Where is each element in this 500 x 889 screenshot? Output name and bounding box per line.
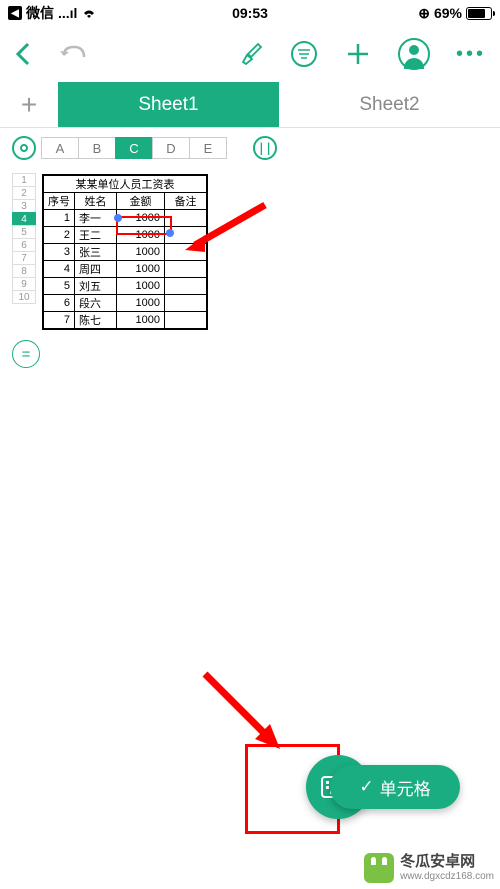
col-header-d[interactable]: D	[152, 137, 190, 159]
cell[interactable]: 1000	[117, 261, 165, 278]
watermark: 冬瓜安卓网 www.dgxcdz168.com	[364, 853, 494, 883]
sheet-tabs: + Sheet1 Sheet2	[0, 82, 500, 128]
add-sheet-button[interactable]: +	[0, 82, 58, 127]
toolbar: •••	[0, 26, 500, 82]
back-app-icon[interactable]: ◀	[8, 6, 22, 20]
cell[interactable]	[165, 227, 207, 244]
battery-pct: 69%	[434, 5, 462, 21]
cell[interactable]: 5	[44, 278, 75, 295]
cell[interactable]: 1000	[117, 278, 165, 295]
cell[interactable]: 3	[44, 244, 75, 261]
cell[interactable]: 2	[44, 227, 75, 244]
cell[interactable]: 周四	[75, 261, 117, 278]
sheet-tab-2[interactable]: Sheet2	[279, 82, 500, 127]
clock: 09:53	[232, 5, 268, 21]
row-numbers: 1 2 3 4 5 6 7 8 9 10	[12, 174, 36, 330]
col-header-b[interactable]: B	[78, 137, 116, 159]
cell[interactable]	[165, 244, 207, 261]
th[interactable]: 备注	[165, 193, 207, 210]
col-header-a[interactable]: A	[41, 137, 79, 159]
th[interactable]: 金额	[117, 193, 165, 210]
watermark-title: 冬瓜安卓网	[400, 854, 494, 871]
column-header-row: A B C D E ||	[0, 128, 500, 168]
status-bar: ◀ 微信 ...ıl 09:53 ⊕ 69%	[0, 0, 500, 26]
add-button[interactable]	[344, 40, 372, 68]
row-num[interactable]: 9	[12, 277, 36, 291]
cell[interactable]: 陈七	[75, 312, 117, 329]
row-num[interactable]: 10	[12, 290, 36, 304]
wifi-icon	[81, 7, 97, 19]
spreadsheet-table[interactable]: 某某单位人员工资表 序号 姓名 金额 备注 1李一1000 2王二1000 3张…	[42, 174, 208, 330]
watermark-logo	[364, 853, 394, 883]
more-button[interactable]: •••	[456, 43, 486, 66]
select-all-circle[interactable]	[12, 136, 36, 160]
annotation-arrow-2	[195, 669, 295, 759]
row-num[interactable]: 1	[12, 173, 36, 187]
cell[interactable]	[165, 210, 207, 227]
undo-button[interactable]	[58, 43, 88, 65]
filter-icon[interactable]	[290, 40, 318, 68]
rotation-lock-icon: ⊕	[418, 5, 430, 22]
sheet-tab-1[interactable]: Sheet1	[58, 82, 279, 127]
brush-icon[interactable]	[238, 41, 264, 67]
cell[interactable]	[165, 261, 207, 278]
cell-fab[interactable]: ✓单元格	[330, 765, 460, 809]
cell[interactable]	[165, 278, 207, 295]
cell[interactable]: 1000	[117, 244, 165, 261]
profile-button[interactable]	[398, 38, 430, 70]
th[interactable]: 姓名	[75, 193, 117, 210]
back-button[interactable]	[14, 40, 32, 68]
row-num[interactable]: 3	[12, 199, 36, 213]
battery-icon	[466, 7, 492, 20]
cell[interactable]	[165, 295, 207, 312]
signal-icon: ...ıl	[58, 5, 77, 21]
row-num[interactable]: 7	[12, 251, 36, 265]
cell[interactable]: 6	[44, 295, 75, 312]
row-num[interactable]: 5	[12, 225, 36, 239]
cell[interactable]: 李一	[75, 210, 117, 227]
table-title[interactable]: 某某单位人员工资表	[44, 176, 207, 193]
row-num[interactable]: 2	[12, 186, 36, 200]
row-num[interactable]: 8	[12, 264, 36, 278]
cell[interactable]: 刘五	[75, 278, 117, 295]
cell[interactable]: 1000	[117, 210, 165, 227]
cell[interactable]: 1000	[117, 227, 165, 244]
formula-button[interactable]: =	[12, 340, 40, 368]
cell[interactable]: 1000	[117, 295, 165, 312]
row-num[interactable]: 6	[12, 238, 36, 252]
cell[interactable]: 段六	[75, 295, 117, 312]
cell[interactable]: 1	[44, 210, 75, 227]
col-header-c[interactable]: C	[115, 137, 153, 159]
app-name: 微信	[26, 3, 54, 23]
cell[interactable]	[165, 312, 207, 329]
cell[interactable]: 1000	[117, 312, 165, 329]
col-header-e[interactable]: E	[189, 137, 227, 159]
cell[interactable]: 张三	[75, 244, 117, 261]
cell[interactable]: 4	[44, 261, 75, 278]
th[interactable]: 序号	[44, 193, 75, 210]
watermark-url: www.dgxcdz168.com	[400, 871, 494, 882]
row-num[interactable]: 4	[12, 212, 36, 226]
pause-button[interactable]: ||	[253, 136, 277, 160]
cell[interactable]: 7	[44, 312, 75, 329]
cell[interactable]: 王二	[75, 227, 117, 244]
